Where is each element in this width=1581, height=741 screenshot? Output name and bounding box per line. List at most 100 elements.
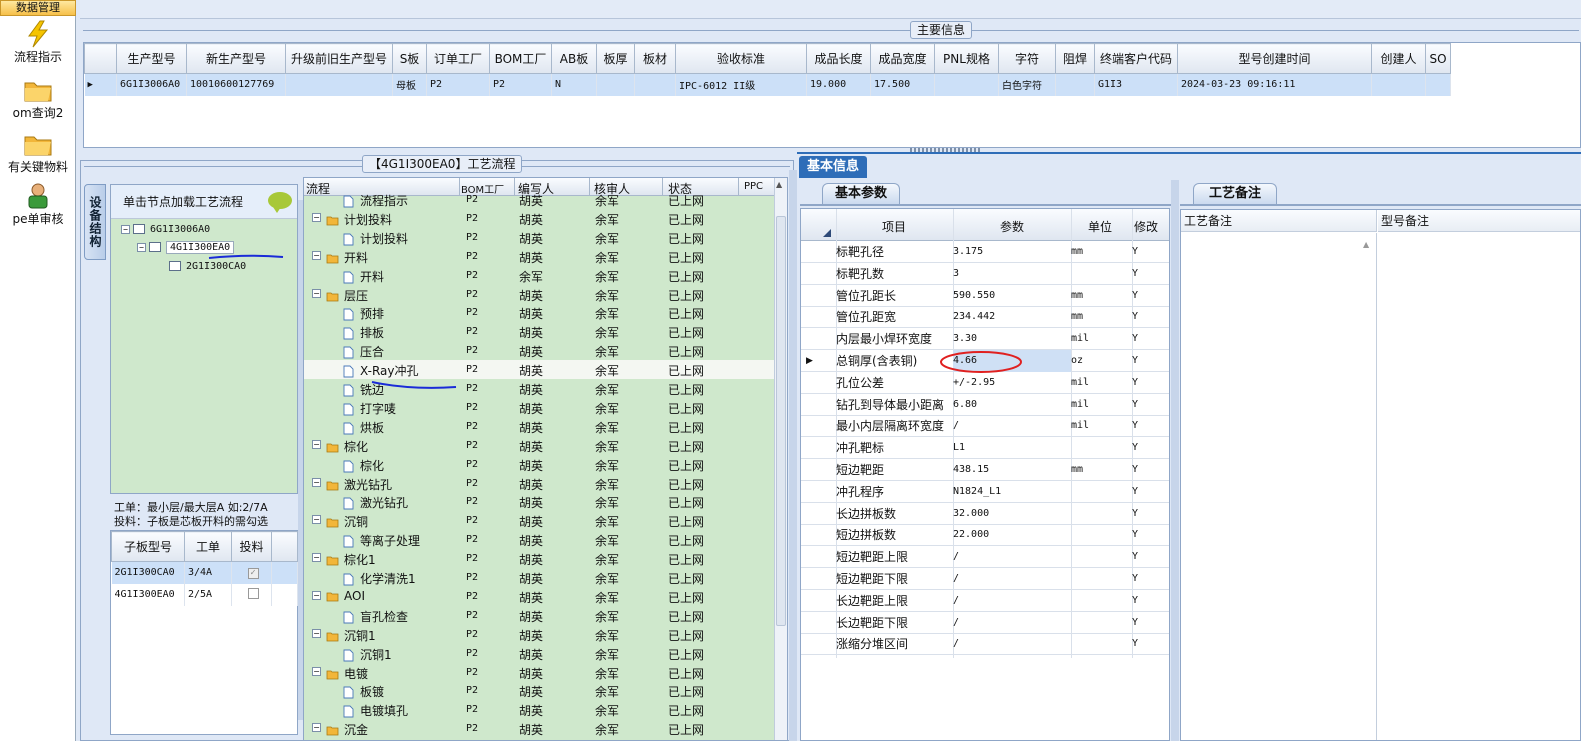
param-value[interactable]: 32.000 [953,503,1071,525]
table-row[interactable]: 棕化 P2 胡英 余军 已上网 [304,455,774,474]
table-row[interactable]: 沉铜1 P2 胡英 余军 已上网 [304,644,774,663]
collapse-icon[interactable]: − [312,515,321,525]
table-row[interactable]: 长边拼板数 32.000 Y [801,503,1169,525]
table-row[interactable]: 孔位公差 +/-2.95 mil Y [801,372,1169,394]
table-row[interactable]: 短边靶距下限 / Y [801,568,1169,590]
col-header[interactable]: 创建人 [1371,43,1426,74]
col-header[interactable]: AB板 [551,43,597,74]
table-row[interactable]: − AOI P2 胡英 余军 已上网 [304,587,774,606]
table-row[interactable]: 涨缩分堆区间 / Y [801,633,1169,656]
collapse-icon[interactable]: − [312,590,321,600]
table-row[interactable]: 流程指示 P2 胡英 余军 已上网 [304,190,774,209]
table-row[interactable]: 压合 P2 胡英 余军 已上网 [304,341,774,360]
col-header[interactable]: 字符 [998,43,1056,74]
collapse-icon[interactable]: − [312,212,321,222]
table-row[interactable]: 4G1I300EA0 2/5A [111,583,298,606]
param-value[interactable]: +/-2.95 [953,372,1071,394]
nav-item-bom-query[interactable]: om查询2 [0,76,76,121]
table-row[interactable]: 管位孔距长 590.550 mm Y [801,285,1169,307]
tab-basic-params[interactable]: 基本参数 [822,183,900,205]
param-value[interactable]: 3 [953,263,1071,285]
splitter-bar[interactable] [789,170,797,741]
table-row[interactable]: X-Ray冲孔 P2 胡英 余军 已上网 [304,360,774,380]
table-row[interactable]: 标靶孔数 3 Y [801,263,1169,285]
table-row[interactable]: 等离子处理 P2 胡英 余军 已上网 [304,530,774,549]
sub-board-grid[interactable]: 子板型号 工单 投料 2G1I300CA0 3/4A ✓ 4G1I300EA0 … [110,530,298,735]
col-header[interactable]: SO [1425,43,1451,74]
collapse-icon[interactable]: − [312,250,321,260]
table-row[interactable]: 标靶孔径 3.175 mm Y [801,241,1169,263]
tree-node-root[interactable]: −6G1I3006A0 [121,224,210,235]
param-value[interactable]: 438.15 [953,459,1071,481]
feed-checkbox[interactable]: ✓ [231,561,272,584]
param-value[interactable]: / [953,546,1071,568]
col-header[interactable]: 订单工厂 [426,43,490,74]
collapse-icon[interactable]: − [137,242,146,252]
table-row[interactable]: − 层压 P2 胡英 余军 已上网 [304,285,774,304]
table-row[interactable]: − 棕化 P2 胡英 余军 已上网 [304,436,774,455]
table-row[interactable]: 短边拼板数 22.000 Y [801,524,1169,547]
table-row[interactable]: − 棕化1 P2 胡英 余军 已上网 [304,549,774,568]
table-row[interactable]: 开料 P2 余军 余军 已上网 [304,266,774,285]
table-row[interactable]: 冲孔靶标 L1 Y [801,437,1169,460]
table-row[interactable]: − 计划投料 P2 胡英 余军 已上网 [304,209,774,228]
param-value[interactable]: 234.442 [953,306,1071,328]
param-value[interactable]: / [953,612,1071,634]
table-row[interactable]: 激光钻孔 P2 胡英 余军 已上网 [304,492,774,511]
col-header[interactable]: 板厚 [596,43,635,74]
tab-basic-info[interactable]: 基本信息 [799,156,867,178]
col-header[interactable]: 生产型号 [116,43,187,74]
nav-item-review[interactable]: pe单审核 [0,182,76,227]
table-row[interactable]: 短边靶距 438.15 mm Y [801,459,1169,481]
model-remark-input[interactable] [1378,233,1580,740]
table-row[interactable]: 打字唛 P2 胡英 余军 已上网 [304,398,774,417]
col-header[interactable]: 验收标准 [675,43,807,74]
param-value[interactable]: L1 [953,437,1071,459]
feed-checkbox[interactable] [231,583,272,606]
table-row[interactable]: − 开料 P2 胡英 余军 已上网 [304,247,774,266]
tab-process-remarks[interactable]: 工艺备注 [1193,183,1277,205]
table-row[interactable]: ▶ 6G1I3006A0 10010600127769 母板 P2 P2 N IPC-6012… [84,73,1451,96]
table-row[interactable]: − 电镀 P2 胡英 余军 已上网 [304,663,774,682]
col-header[interactable]: BOM工厂 [489,43,552,74]
table-row[interactable]: − 沉铜1 P2 胡英 余军 已上网 [304,625,774,644]
nav-item-process-guide[interactable]: 流程指示 [0,20,76,65]
table-row[interactable]: 2G1I300CA0 3/4A ✓ [111,561,298,584]
table-row[interactable]: 盲孔检查 P2 胡英 余军 已上网 [304,606,774,625]
tree-node-grandchild[interactable]: 2G1I300CA0 [169,261,246,272]
table-row[interactable]: 长边靶距下限 / Y [801,612,1169,634]
collapse-icon[interactable]: − [312,723,321,733]
collapse-icon[interactable]: − [312,553,321,563]
basic-params-grid[interactable]: 项目 参数 单位 修改 标靶孔径 3.175 mm Y 标靶孔数 3 Y 管位孔距长 590.5… [800,208,1170,741]
table-row[interactable]: 钻孔到导体最小距离 6.80 mil Y [801,394,1169,416]
table-row[interactable]: 电镀填孔 P2 胡英 余军 已上网 [304,700,774,719]
main-info-grid[interactable]: 生产型号 新生产型号 升级前旧生产型号 S板 订单工厂 BOM工厂 AB板 板厚 板材 验收标准 成… [83,42,1581,148]
collapse-icon[interactable]: − [312,477,321,487]
col-header[interactable]: 板材 [634,43,676,74]
scroll-up-icon[interactable]: ▲ [776,180,782,189]
col-header[interactable]: 新生产型号 [186,43,286,74]
col-header[interactable]: 终端客户代码 [1094,43,1178,74]
chat-bubble-icon[interactable] [268,192,292,213]
table-row[interactable]: 最小内层隔离环宽度 / mil Y [801,415,1169,438]
table-row[interactable]: 排板 P2 胡英 余军 已上网 [304,322,774,341]
col-header[interactable]: 升级前旧生产型号 [285,43,393,74]
scroll-up-icon[interactable]: ▲ [1363,240,1369,249]
table-row[interactable]: 烘板 P2 胡英 余军 已上网 [304,417,774,436]
col-header[interactable]: 阻焊 [1055,43,1095,74]
col-header[interactable]: 成品宽度 [870,43,935,74]
process-grid[interactable]: 流程 BOM工厂 编写人 核审人 状态 PPC 流程指示 P2 胡英 余军 已上网 − 计划… [303,177,788,741]
table-row[interactable]: − 激光钻孔 P2 胡英 余军 已上网 [304,474,774,493]
collapse-icon[interactable]: − [312,439,321,449]
param-value[interactable]: 6.80 [953,394,1071,416]
param-value[interactable]: / [953,568,1071,590]
table-row[interactable]: 预排 P2 胡英 余军 已上网 [304,303,774,322]
table-row[interactable]: − 沉铜 P2 胡英 余军 已上网 [304,511,774,530]
param-value[interactable]: 3.175 [953,241,1071,263]
col-header[interactable]: PNL规格 [934,43,999,74]
collapse-icon[interactable]: − [312,628,321,638]
collapse-icon[interactable]: − [312,666,321,676]
param-value[interactable]: 590.550 [953,285,1071,307]
splitter-bar[interactable] [1171,180,1179,741]
col-header[interactable]: S板 [392,43,427,74]
